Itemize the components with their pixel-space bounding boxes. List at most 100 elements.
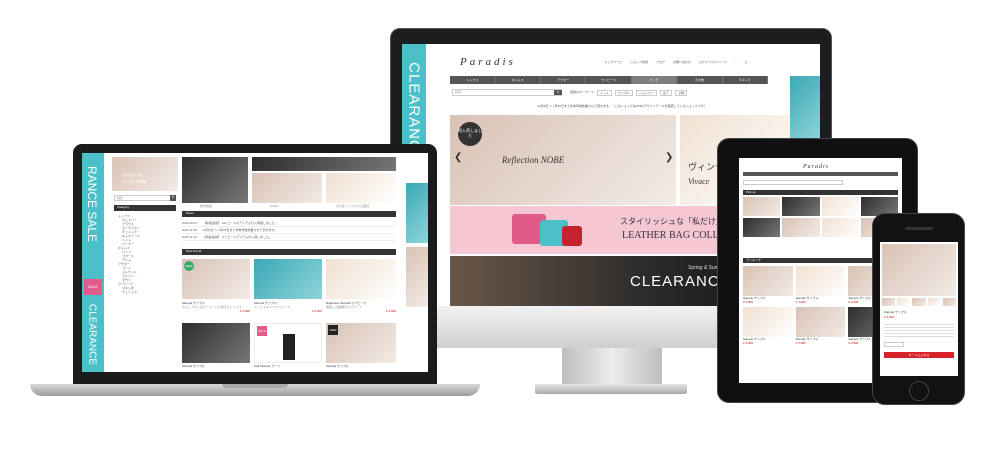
sidebar-search-input[interactable]: 検索 xyxy=(114,195,172,201)
menu-outer[interactable]: アウター xyxy=(541,76,587,84)
product-card[interactable]: SALE xyxy=(254,323,322,363)
top-banner-header[interactable] xyxy=(252,157,396,171)
product-name[interactable]: Sample サンプル xyxy=(326,364,349,368)
monitor-base xyxy=(535,384,687,394)
product-price: ¥ 3,900 xyxy=(795,341,806,345)
product-name[interactable]: ViVi Sample ブーツ xyxy=(254,364,280,368)
pickup-image[interactable] xyxy=(782,218,820,237)
new-arrival-title: New Arrival xyxy=(182,249,396,255)
product-price: ¥ 4,900 xyxy=(239,309,250,313)
product-image[interactable] xyxy=(254,259,322,299)
pickup-image[interactable] xyxy=(821,218,859,237)
top-caption: 新作追加 xyxy=(200,204,213,208)
hero-slide[interactable]: Reflection NOBE xyxy=(450,115,676,205)
nav-link-top[interactable]: トップページ xyxy=(604,60,622,64)
phone-product-image[interactable] xyxy=(882,244,956,296)
thumbnail[interactable] xyxy=(882,298,896,306)
product-card[interactable]: NEW xyxy=(182,259,250,299)
pickup-image[interactable] xyxy=(743,197,781,216)
phone-speaker xyxy=(905,227,933,230)
ranking-card[interactable]: Sample サンプル ¥ 4,900 xyxy=(743,307,793,345)
keyword-tag[interactable]: ショッパー xyxy=(636,90,658,96)
thumbnail[interactable] xyxy=(912,298,926,306)
product-card[interactable]: NEW xyxy=(326,323,396,363)
news-text: 12月3日 ～ 1月15日まで年末年始休業させて頂きます。 xyxy=(202,228,278,232)
slider-next-arrow-icon[interactable]: ❯ xyxy=(665,152,673,163)
top-banner-2[interactable] xyxy=(252,173,322,203)
sandal-feature-banner[interactable]: 今月のおすすめ サンダル特集 xyxy=(112,157,178,191)
menu-bag[interactable]: バッグ xyxy=(631,76,678,84)
thumbnail[interactable] xyxy=(927,298,941,306)
menu-tops[interactable]: トップス xyxy=(450,76,496,84)
thumbnail[interactable] xyxy=(942,298,957,306)
pickup-image[interactable] xyxy=(743,218,781,237)
category-list: トップス カットソー ブラウス カーディガン チュニック キャミソール ニット … xyxy=(118,214,178,294)
thumbnail[interactable] xyxy=(897,298,911,306)
menu-onepiece[interactable]: ワンピース xyxy=(586,76,632,84)
ranking-card[interactable]: Sample サンプル ¥ 4,900 xyxy=(795,266,846,304)
tablet-menu-bar[interactable] xyxy=(743,172,898,176)
keyword-tag[interactable]: ニット xyxy=(597,90,613,96)
quantity-select[interactable] xyxy=(884,342,904,347)
nav-link-blog[interactable]: ブログ xyxy=(656,60,665,64)
product-image[interactable] xyxy=(182,323,250,363)
sale-side-banner[interactable]: RANCE SALE SALE CLEARANCE xyxy=(82,153,104,372)
product-image[interactable] xyxy=(326,259,396,299)
laptop-notch xyxy=(222,384,288,388)
cart-icon[interactable]: 🛒 xyxy=(745,60,749,64)
red-bag-image xyxy=(562,226,582,246)
category-item[interactable]: チュニック xyxy=(118,290,178,294)
sale-side-text: RANCE SALE xyxy=(85,165,99,243)
pick-up-title-text: Pick up xyxy=(746,190,756,194)
brand-logo[interactable]: Paradis xyxy=(460,56,516,68)
news-text: 【新着追加】 ALLコートのアイテムが入荷致しました。 xyxy=(203,221,278,225)
product-info: Reflection Sample ワンピース 着回し力抜群のワンピース ¥ 4… xyxy=(326,301,396,313)
search-icon[interactable]: ⚲ xyxy=(554,90,562,95)
product-price: ¥ 4,900 xyxy=(385,309,396,313)
news-title: News xyxy=(182,211,396,217)
keyword-tag[interactable]: 白Ｔ xyxy=(660,90,673,96)
nav-link-shop[interactable]: ショップ情報 xyxy=(630,60,648,64)
pickup-image[interactable] xyxy=(821,197,859,216)
category-title-text: Category xyxy=(117,205,130,209)
slider-prev-arrow-icon[interactable]: ❮ xyxy=(454,152,462,163)
menu-other[interactable]: その他 xyxy=(677,76,723,84)
ranking-card[interactable]: Sample サンプル ¥ 3,900 xyxy=(795,307,846,345)
news-item[interactable]: 2016.11.10 【新着追加】 ワンピースアイテムが入荷しました。 xyxy=(182,234,396,241)
keyword-tag[interactable]: サンダル xyxy=(615,90,634,96)
search-input[interactable]: 検索 xyxy=(452,89,562,96)
menu-bottoms[interactable]: ボトムス xyxy=(495,76,541,84)
banner-line2: サンダル特集 xyxy=(122,179,146,184)
keyword-tag[interactable]: 小物 xyxy=(675,90,688,96)
ranking-card[interactable]: Sample サンプル ¥ 4,900 xyxy=(743,266,793,304)
menu-sale[interactable]: ＳＡＬＥ xyxy=(723,76,768,84)
sidebar-search-icon[interactable]: ⚲ xyxy=(170,195,176,201)
hero-side-caption: Vivace xyxy=(688,177,710,186)
product-name[interactable]: Sample サンプル xyxy=(182,364,205,368)
product-info: Sample サンプル スリットキャミワンピース ¥ 3,900 xyxy=(254,301,322,313)
news-item[interactable]: 2016.12.01 【新着追加】 ALLコートのアイテムが入荷致しました。 xyxy=(182,220,396,227)
hero-slide-text: Reflection NOBE xyxy=(502,155,565,165)
laptop-screen: RANCE SALE SALE CLEARANCE 今月のおすすめ サンダル特集… xyxy=(82,153,428,372)
side-photo-right-2[interactable] xyxy=(406,247,428,307)
news-date: 2016.11.10 xyxy=(182,235,197,239)
nav-link-login[interactable]: ログイン/マイページ xyxy=(699,60,727,64)
top-caption: 気分をアップさせる雑貨 xyxy=(336,204,370,208)
phone-product-name: Sample サンプル xyxy=(884,310,907,314)
phone-home-button[interactable] xyxy=(909,381,929,401)
product-tag: NEW xyxy=(328,325,338,335)
pickup-image[interactable] xyxy=(782,197,820,216)
user-icon[interactable]: ○ xyxy=(735,60,737,64)
brand-logo[interactable]: Paradis xyxy=(803,164,829,170)
news-item[interactable]: 2016.11.25 12月3日 ～ 1月15日まで年末年始休業させて頂きます。 xyxy=(182,227,396,234)
boots-image xyxy=(283,334,295,360)
nav-link-contact[interactable]: お問い合わせ xyxy=(673,60,691,64)
product-tag: SALE xyxy=(257,326,267,336)
tablet-search-input[interactable] xyxy=(743,180,843,185)
top-banner-1[interactable] xyxy=(182,157,248,203)
top-banner-3[interactable] xyxy=(326,173,396,203)
product-image xyxy=(795,307,846,337)
side-photo-right[interactable] xyxy=(406,183,428,243)
side-photo-right[interactable] xyxy=(790,76,820,140)
add-to-cart-button[interactable]: カートに入れる xyxy=(884,352,954,358)
